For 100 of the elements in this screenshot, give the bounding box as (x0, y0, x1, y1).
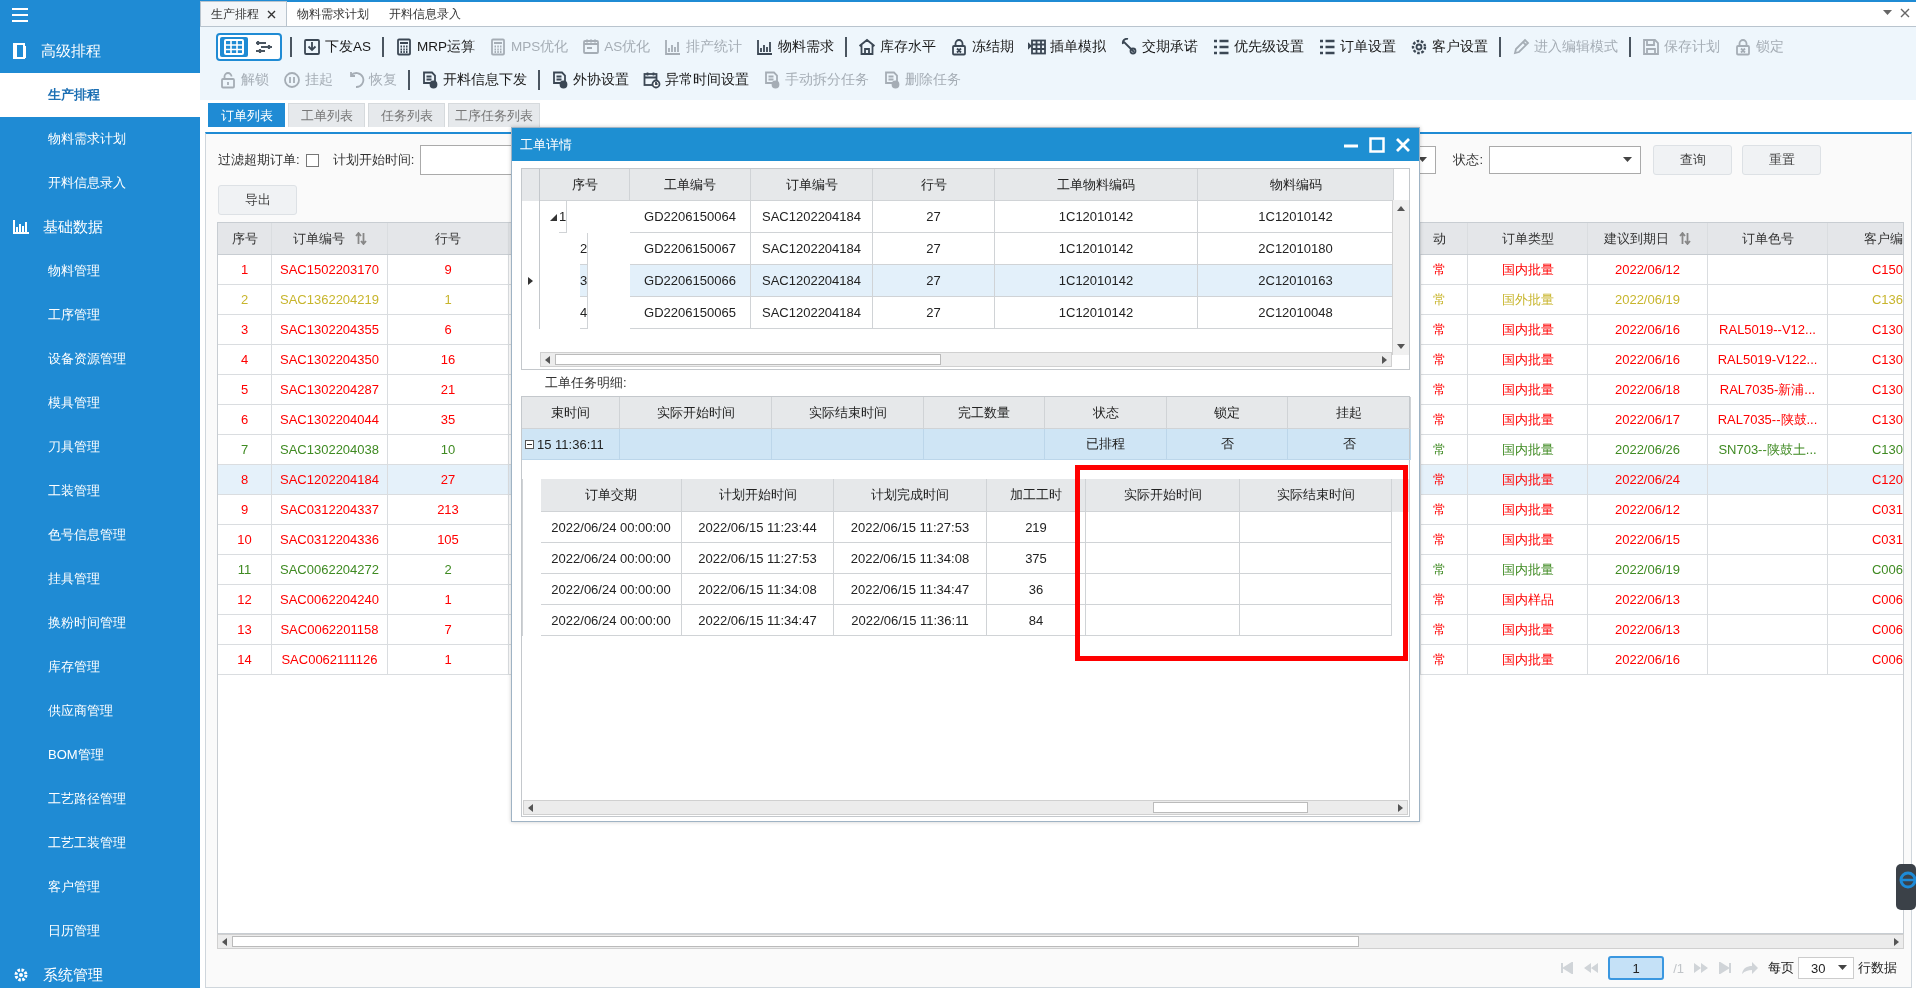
tree-row[interactable]: 4 GD2206150065 SAC1202204184 27 1C12010142 2C12010048 (522, 297, 1394, 329)
sidebar-item[interactable]: 工序管理 (0, 293, 200, 337)
column-header[interactable]: 计划完成时间 (834, 479, 987, 512)
sidebar-group[interactable]: 基础数据 (43, 217, 103, 237)
scroll-left-icon[interactable] (545, 355, 551, 364)
scroll-left-icon[interactable] (222, 937, 228, 946)
toolbar-button[interactable]: 交期承诺 (1117, 35, 1202, 58)
reset-button[interactable]: 重置 (1742, 145, 1821, 175)
list-tab[interactable]: 工序任务列表 (448, 103, 540, 127)
toolbar-button[interactable]: 库存水平 (855, 35, 940, 58)
overdue-checkbox[interactable] (305, 153, 319, 167)
toolbar-button[interactable]: 订单设置 (1315, 35, 1400, 58)
column-header[interactable]: 订单编号 (751, 169, 873, 201)
horizontal-scrollbar[interactable] (523, 800, 1408, 815)
sidebar-item[interactable]: 库存管理 (0, 645, 200, 689)
page-size-dropdown[interactable]: 30 (1798, 957, 1854, 979)
sort-icon[interactable] (1679, 232, 1691, 245)
sidebar-item[interactable]: 模具管理 (0, 381, 200, 425)
horizontal-scrollbar[interactable] (217, 934, 1904, 949)
scroll-right-icon[interactable] (1893, 937, 1899, 946)
toolbar-button[interactable]: 冻结期 (947, 35, 1018, 58)
close-icon[interactable] (267, 9, 276, 19)
tree-row[interactable]: 1 GD2206150064 SAC1202204184 27 1C12010142 1C12010142 (522, 201, 1394, 233)
list-tab[interactable]: 任务列表 (368, 103, 445, 127)
sidebar-group[interactable]: 系统管理 (43, 965, 103, 985)
table-cell: SAC1202204184 (751, 297, 873, 329)
document-icon (883, 70, 901, 89)
scroll-down-icon[interactable] (1397, 344, 1405, 349)
tree-row[interactable]: 3 GD2206150066 SAC1202204184 27 1C12010142 2C12010163 (522, 265, 1394, 297)
column-header[interactable]: 订单类型 (1468, 223, 1588, 254)
toolbar-button[interactable]: 插单模拟 (1025, 35, 1110, 58)
view-toggle[interactable] (216, 32, 282, 61)
column-header[interactable]: 订单交期 (541, 479, 682, 512)
gantt-view-icon[interactable] (254, 38, 274, 55)
column-header[interactable]: 物料编码 (1198, 169, 1394, 201)
grid-view-icon[interactable] (224, 38, 244, 55)
column-header[interactable]: 订单色号 (1708, 223, 1828, 254)
column-header[interactable]: 建议到期日 (1588, 223, 1708, 254)
sidebar-item[interactable]: 开料信息录入 (0, 161, 200, 205)
scroll-right-icon[interactable] (1397, 803, 1403, 812)
sidebar-item[interactable]: 工艺工装管理 (0, 821, 200, 865)
vertical-scrollbar[interactable] (1392, 200, 1409, 355)
toolbar-button[interactable]: 外协设置 (548, 68, 632, 91)
column-header[interactable]: 实际结束时间 (1240, 479, 1392, 512)
sidebar-item[interactable]: 日历管理 (0, 909, 200, 953)
side-widget-icon[interactable] (1896, 864, 1916, 910)
toolbar-button[interactable]: 物料需求 (753, 35, 838, 58)
collapse-icon[interactable] (525, 439, 534, 449)
toolbar-button[interactable]: 开料信息下发 (418, 68, 530, 91)
scroll-right-icon[interactable] (1381, 355, 1387, 364)
document-tab[interactable]: 生产排程 (200, 1, 287, 26)
close-icon[interactable] (1900, 8, 1910, 18)
column-header[interactable]: 动 (1421, 223, 1468, 254)
sidebar-item[interactable]: 客户管理 (0, 865, 200, 909)
menu-icon[interactable] (12, 7, 28, 22)
column-header[interactable]: 工单物料编码 (995, 169, 1198, 201)
toolbar-button[interactable]: 下发AS (300, 35, 374, 58)
column-header[interactable]: 行号 (388, 223, 509, 254)
column-header[interactable]: 行号 (873, 169, 995, 201)
page-number-field[interactable]: 1 (1608, 956, 1665, 980)
sidebar-item[interactable]: 挂具管理 (0, 557, 200, 601)
column-header[interactable]: 序号 (540, 169, 630, 201)
sidebar-item[interactable]: BOM管理 (0, 733, 200, 777)
toolbar-button[interactable]: 优先级设置 (1209, 35, 1308, 58)
list-tab[interactable]: 订单列表 (208, 103, 285, 127)
column-header[interactable]: 加工工时 (987, 479, 1086, 512)
sidebar-item[interactable]: 刀具管理 (0, 425, 200, 469)
list-tab[interactable]: 工单列表 (288, 103, 365, 127)
expand-triangle-icon[interactable] (550, 213, 557, 221)
sort-icon[interactable] (354, 232, 367, 245)
column-header[interactable]: 工单编号 (630, 169, 751, 201)
sidebar-item[interactable]: 生产排程 (0, 73, 200, 117)
column-header[interactable]: 序号 (218, 223, 272, 254)
toolbar-button[interactable]: MRP运算 (392, 35, 478, 58)
scroll-left-icon[interactable] (528, 803, 534, 812)
toolbar-button[interactable]: 客户设置 (1407, 35, 1492, 58)
scroll-up-icon[interactable] (1397, 206, 1405, 211)
document-tab[interactable]: 开料信息录入 (379, 2, 471, 26)
sidebar-item[interactable]: 供应商管理 (0, 689, 200, 733)
sidebar-item[interactable]: 设备资源管理 (0, 337, 200, 381)
column-header[interactable]: 订单编号 (272, 223, 388, 254)
table-row[interactable]: 15 11:36:11 已排程 否 否 (522, 429, 1409, 460)
column-header[interactable]: 计划开始时间 (682, 479, 834, 512)
sidebar-item[interactable]: 物料管理 (0, 249, 200, 293)
sidebar-item[interactable]: 换粉时间管理 (0, 601, 200, 645)
maximize-icon[interactable] (1369, 136, 1385, 153)
document-tab[interactable]: 物料需求计划 (287, 2, 379, 26)
sidebar-item[interactable]: 物料需求计划 (0, 117, 200, 161)
column-header[interactable]: 实际开始时间 (1086, 479, 1240, 512)
sidebar-group[interactable]: 高级排程 (41, 41, 101, 61)
sidebar-item[interactable]: 工艺路径管理 (0, 777, 200, 821)
status-dropdown[interactable] (1489, 146, 1641, 174)
column-header[interactable]: 客户编 (1828, 223, 1903, 254)
horizontal-scrollbar[interactable] (540, 352, 1392, 367)
query-button[interactable]: 查询 (1653, 145, 1732, 175)
toolbar-button[interactable]: 异常时间设置 (640, 68, 752, 91)
dropdown-arrow-icon[interactable] (1883, 10, 1892, 16)
sidebar-item[interactable]: 色号信息管理 (0, 513, 200, 557)
export-button[interactable]: 导出 (218, 185, 297, 215)
sidebar-item[interactable]: 工装管理 (0, 469, 200, 513)
